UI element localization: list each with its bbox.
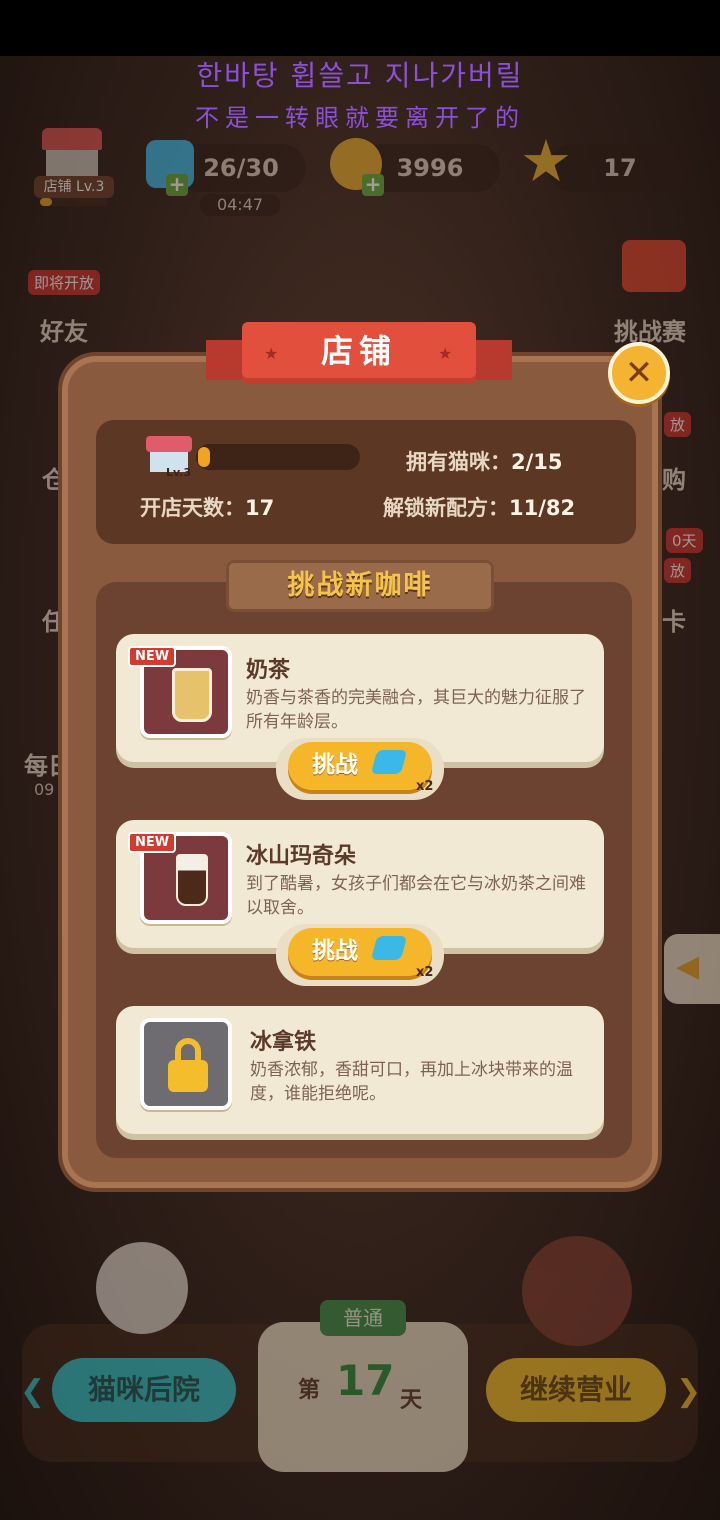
energy-plus-button[interactable]: + [166, 174, 188, 196]
cat-backyard-button[interactable]: 猫咪后院 [52, 1358, 236, 1422]
iced-latte-thumbnail [140, 1018, 232, 1110]
modal-title-ribbon: 店铺 ★ ★ [206, 322, 512, 388]
right-badge-2: 放 [664, 558, 692, 583]
coin-plus-button[interactable]: + [362, 174, 384, 196]
challenge-button-milk-tea[interactable]: 挑战 x2 [288, 742, 433, 794]
challenge-button-macchiato[interactable]: 挑战 x2 [288, 928, 433, 980]
recipe-name: 冰拿铁 [250, 1030, 317, 1055]
continue-business-button[interactable]: 继续营业 [486, 1358, 666, 1422]
star-decor-icon: ★ [438, 344, 453, 363]
macchiato-glass-icon [176, 854, 208, 906]
mode-tag: 普通 [320, 1300, 406, 1336]
chevron-right-icon[interactable]: ❯ [676, 1374, 701, 1409]
right-days-badge: 0天 [666, 528, 703, 553]
shop-progress-bar [196, 444, 360, 470]
friends-button[interactable]: 好友 [40, 312, 88, 347]
status-bar [0, 0, 720, 56]
side-expand-tab[interactable]: ◀ [664, 934, 720, 1004]
milk-tea-glass-icon [172, 668, 212, 722]
recipe-name: 冰山玛奇朵 [246, 844, 357, 869]
shop-level: Lv.3 [166, 466, 192, 479]
shop-hud-button[interactable]: 店铺 Lv.3 [34, 128, 114, 210]
day-suffix: 天 [400, 1388, 423, 1413]
ticket-cost: x2 [416, 965, 434, 980]
recipe-card-iced-latte: 冰拿铁 奶香浓郁，香甜可口，再加上冰块带来的温度，谁能拒绝呢。 [116, 1006, 604, 1134]
challenge-button-frame: 挑战 x2 [276, 738, 444, 800]
chevron-left-icon[interactable]: ❮ [20, 1374, 45, 1409]
ticket-cost: x2 [416, 779, 434, 794]
right-badge-1: 放 [664, 412, 692, 437]
challenge-tournament-button[interactable]: 挑战赛 [614, 312, 686, 347]
lyric-line-1: 한바탕 휩쓸고 지나가버릴 [196, 59, 524, 92]
energy-counter: 26/30 [176, 144, 306, 192]
section-title: 挑战新咖啡 [226, 560, 494, 612]
new-badge: NEW [128, 646, 177, 667]
recipe-description: 奶香浓郁，香甜可口，再加上冰块带来的温度，谁能拒绝呢。 [250, 1060, 573, 1104]
star-icon: ★ [520, 127, 572, 195]
shop-level-bar [40, 198, 108, 206]
coffee-cup-icon [622, 240, 686, 292]
star-decor-icon: ★ [264, 344, 279, 363]
arrow-left-icon: ◀ [676, 949, 700, 984]
right-side-label-2[interactable]: 卡 [662, 602, 686, 637]
shop-mini-icon: Lv.3 [146, 436, 192, 482]
cat-character [96, 1242, 188, 1334]
energy-timer: 04:47 [200, 194, 280, 216]
friends-coming-soon-badge: 即将开放 [28, 270, 101, 295]
shop-roof-icon [42, 128, 102, 150]
days-open-stat: 开店天数：17 [140, 496, 275, 520]
owned-cats-stat: 拥有猫咪：2/15 [406, 450, 563, 474]
recipe-description: 奶香与茶香的完美融合，其巨大的魅力征服了所有年龄层。 [246, 688, 586, 732]
day-number: 17 [336, 1356, 395, 1405]
close-button[interactable]: ✕ [608, 342, 670, 404]
left-side-timer: 09 [34, 780, 55, 799]
new-badge: NEW [128, 832, 177, 853]
unlocked-recipes-stat: 解锁新配方：11/82 [383, 496, 576, 520]
shop-level-label: 店铺 Lv.3 [34, 176, 114, 198]
challenge-button-frame: 挑战 x2 [276, 924, 444, 986]
recipe-description: 到了酷暑，女孩子们都会在它与冰奶茶之间难以取舍。 [246, 874, 586, 918]
right-side-label-1[interactable]: 购 [662, 460, 686, 495]
day-prefix: 第 [298, 1378, 321, 1403]
recipe-name: 奶茶 [246, 658, 291, 683]
barista-character [522, 1236, 632, 1346]
